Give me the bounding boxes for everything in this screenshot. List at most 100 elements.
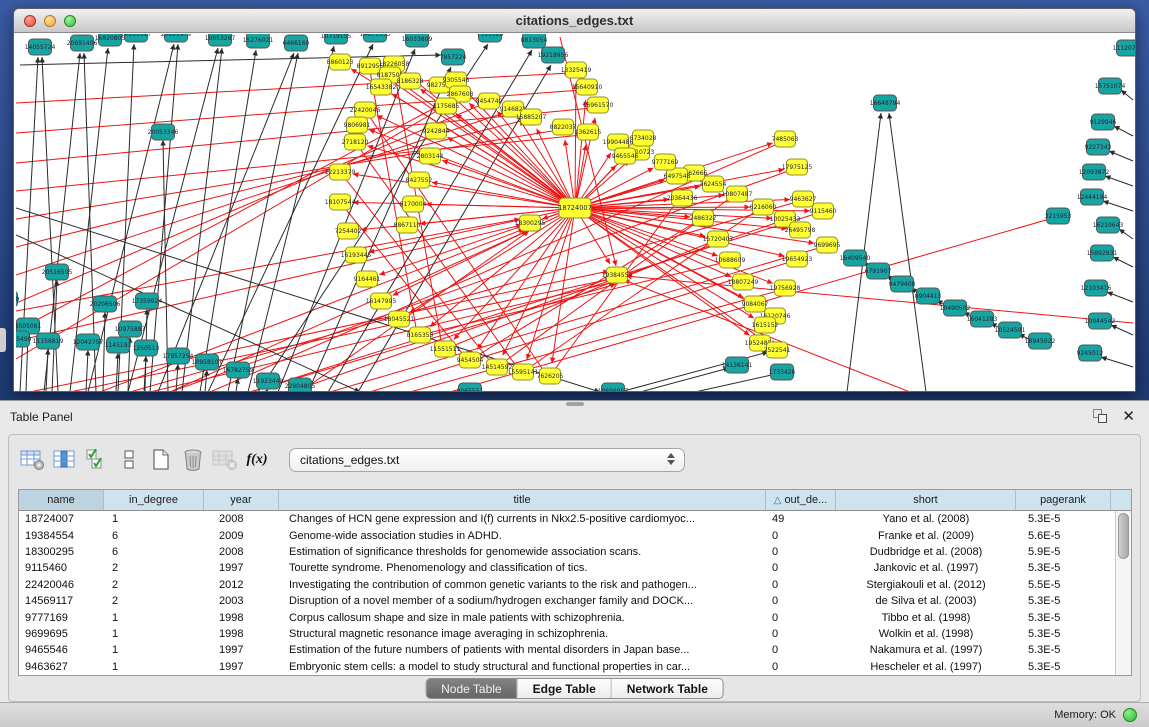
table-cell[interactable]: 9777169 [19,612,104,624]
column-header-name[interactable]: name [19,490,104,510]
network-window[interactable]: citations_edges.txt 14055724206914061682… [13,8,1136,392]
table-cell[interactable]: Wolkin et al. (1998) [836,628,1016,640]
tab-node-table[interactable]: Node Table [426,679,518,698]
column-header-in_degree[interactable]: in_degree [104,490,204,510]
table-row[interactable]: 977716911998Corpus callosum shape and si… [19,609,1116,625]
table-cell[interactable]: 0 [766,628,836,640]
table-cell[interactable]: 1 [104,628,204,640]
table-cell[interactable]: 0 [766,595,836,607]
table-cell[interactable]: Tourette syndrome. Phenomenology and cla… [279,562,766,574]
table-cell[interactable]: Investigating the contribution of common… [279,579,766,591]
table-cell[interactable]: 2 [104,562,204,574]
table-cell[interactable]: 2008 [204,546,279,558]
memory-status-icon[interactable] [1123,708,1137,722]
table-cell[interactable]: 18300295 [19,546,104,558]
table-cell[interactable]: 1998 [204,628,279,640]
table-cell[interactable]: 9699695 [19,628,104,640]
table-cell[interactable]: 5.3E-5 [1016,628,1111,640]
table-cell[interactable]: 5.3E-5 [1016,612,1111,624]
column-visibility-button[interactable] [49,445,81,475]
column-header-out_de[interactable]: △out_de... [766,490,836,510]
table-row[interactable]: 2242004622012Investigating the contribut… [19,577,1116,593]
table-cell[interactable]: 5.9E-5 [1016,546,1111,558]
table-cell[interactable]: de Silva et al. (2003) [836,595,1016,607]
table-cell[interactable]: 0 [766,612,836,624]
table-row[interactable]: 1938455462009Genome-wide association stu… [19,527,1116,543]
table-cell[interactable]: 5.5E-5 [1016,579,1111,591]
table-cell[interactable]: 5.6E-5 [1016,530,1111,542]
table-cell[interactable]: Jankovic et al. (1997) [836,562,1016,574]
minimize-window-button[interactable] [44,15,56,27]
tab-edge-table[interactable]: Edge Table [518,679,612,698]
table-cell[interactable]: Dudbridge et al. (2008) [836,546,1016,558]
splitter-notch[interactable] [0,328,6,352]
scrollbar-thumb[interactable] [1118,513,1129,559]
table-cell[interactable]: 5.3E-5 [1016,661,1111,673]
table-mode-button[interactable] [17,445,49,475]
network-window-titlebar[interactable]: citations_edges.txt [14,9,1135,33]
table-cell[interactable]: Structural magnetic resonance image aver… [279,628,766,640]
tab-network-table[interactable]: Network Table [612,679,723,698]
table-row[interactable]: 946362711997Embryonic stem cells: a mode… [19,659,1116,675]
table-chooser-dropdown[interactable]: citations_edges.txt [289,448,685,472]
table-cell[interactable]: 18724007 [19,513,104,525]
table-cell[interactable]: 1 [104,661,204,673]
table-row[interactable]: 1830029562008Estimation of significance … [19,544,1116,560]
table-cell[interactable]: Estimation of the future numbers of pati… [279,644,766,656]
table-cell[interactable]: 0 [766,546,836,558]
column-header-short[interactable]: short [836,490,1016,510]
table-cell[interactable]: 5.3E-5 [1016,513,1111,525]
table-cell[interactable]: Corpus callosum shape and size in male p… [279,612,766,624]
float-panel-icon[interactable] [1093,409,1109,425]
table-cell[interactable]: Hescheler et al. (1997) [836,661,1016,673]
table-cell[interactable]: 1997 [204,644,279,656]
table-cell[interactable]: Disruption of a novel member of a sodium… [279,595,766,607]
table-cell[interactable]: 1 [104,612,204,624]
table-cell[interactable]: 1997 [204,562,279,574]
table-cell[interactable]: Genome-wide association studies in ADHD. [279,530,766,542]
row-height-button[interactable] [113,445,145,475]
selection-mode-button[interactable] [81,445,113,475]
delete-table-button[interactable] [209,445,241,475]
table-cell[interactable]: 6 [104,530,204,542]
create-column-button[interactable] [145,445,177,475]
table-cell[interactable]: 2008 [204,513,279,525]
table-cell[interactable]: Estimation of significance thresholds fo… [279,546,766,558]
table-cell[interactable]: Embryonic stem cells: a model to study s… [279,661,766,673]
table-cell[interactable]: 9465546 [19,644,104,656]
table-row[interactable]: 1872400712008Changes of HCN gene express… [19,511,1116,527]
table-cell[interactable]: 2012 [204,579,279,591]
table-row[interactable]: 911546021997Tourette syndrome. Phenomeno… [19,560,1116,576]
close-window-button[interactable] [24,15,36,27]
column-header-title[interactable]: title [279,490,766,510]
table-cell[interactable]: 2 [104,579,204,591]
table-cell[interactable]: 19384554 [19,530,104,542]
column-header-pagerank[interactable]: pagerank [1016,490,1111,510]
table-row[interactable]: 1456911722003Disruption of a novel membe… [19,593,1116,609]
close-panel-icon[interactable]: ✕ [1122,407,1135,425]
table-cell[interactable]: 2009 [204,530,279,542]
table-cell[interactable]: 0 [766,661,836,673]
network-canvas[interactable]: 1405572420691406168208051020051720891479… [16,34,1135,391]
table-cell[interactable]: 6 [104,546,204,558]
table-cell[interactable]: 2 [104,595,204,607]
table-cell[interactable]: 5.3E-5 [1016,562,1111,574]
table-cell[interactable]: 22420046 [19,579,104,591]
table-cell[interactable]: 1 [104,513,204,525]
table-cell[interactable]: Tibbo et al. (1998) [836,612,1016,624]
table-row[interactable]: 946554611997Estimation of the future num… [19,642,1116,658]
table-cell[interactable]: 49 [766,513,836,525]
table-cell[interactable]: 0 [766,579,836,591]
table-cell[interactable]: 14569117 [19,595,104,607]
zoom-window-button[interactable] [64,15,76,27]
table-cell[interactable]: 1997 [204,661,279,673]
table-row[interactable]: 969969511998Structural magnetic resonanc… [19,626,1116,642]
citation-network-graph[interactable]: 1405572420691406168208051020051720891479… [16,34,1135,391]
table-cell[interactable]: 5.3E-5 [1016,644,1111,656]
table-cell[interactable]: Changes of HCN gene expression and I(f) … [279,513,766,525]
table-cell[interactable]: 9463627 [19,661,104,673]
table-cell[interactable]: Franke et al. (2009) [836,530,1016,542]
table-cell[interactable]: 1 [104,644,204,656]
table-cell[interactable]: 9115460 [19,562,104,574]
table-cell[interactable]: 1998 [204,612,279,624]
